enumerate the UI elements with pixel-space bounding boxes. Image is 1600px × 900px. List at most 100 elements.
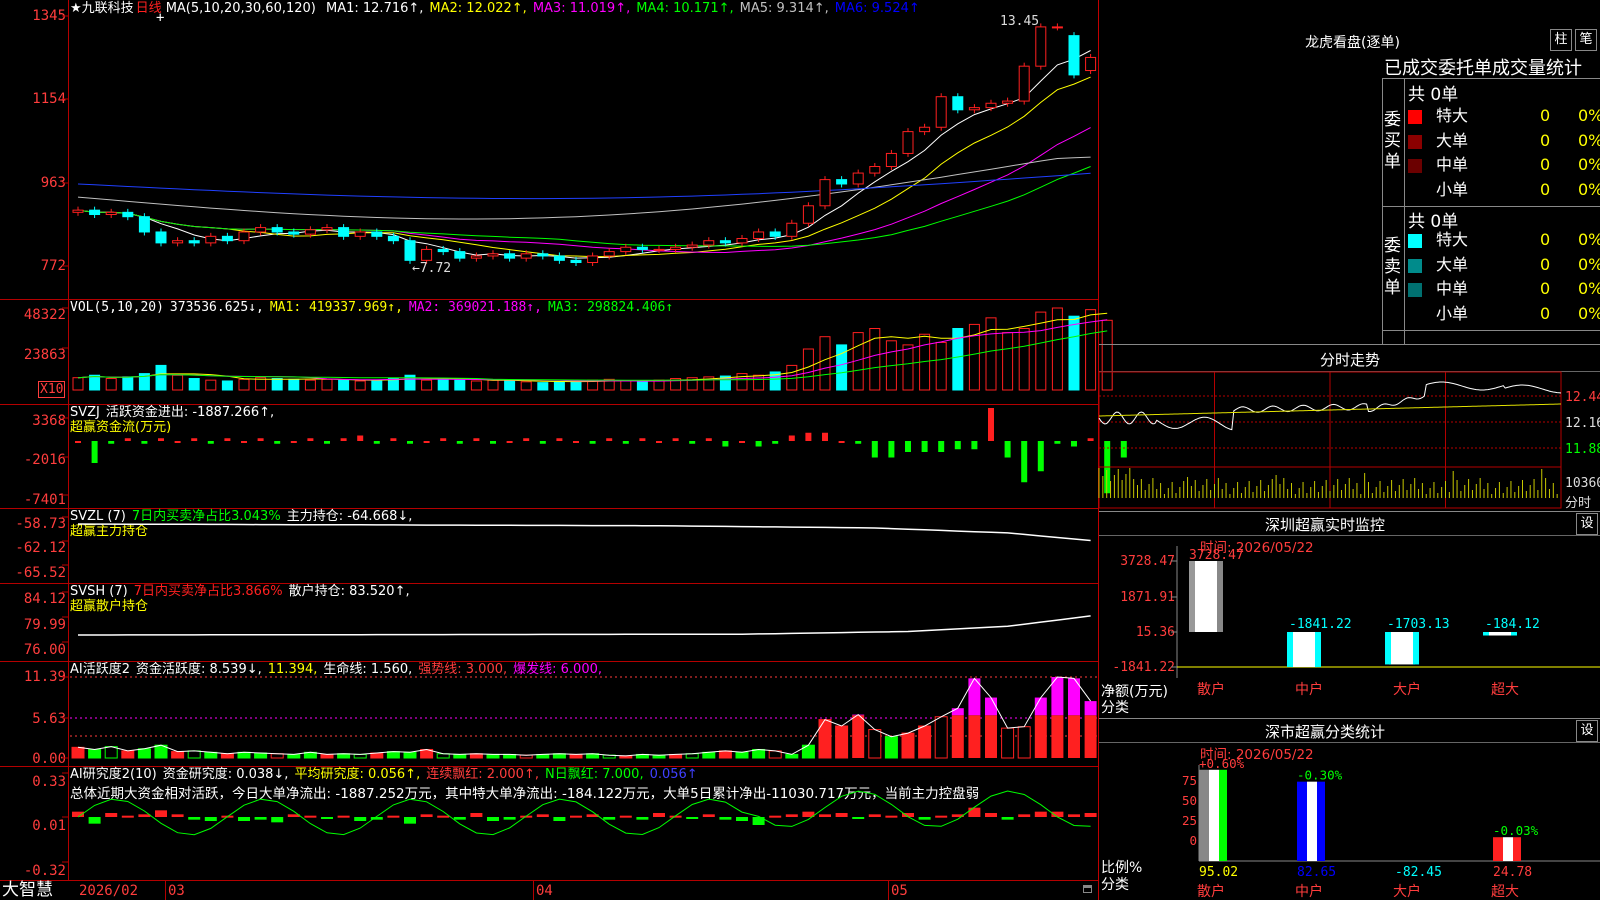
activity-bar [901, 732, 915, 759]
vol-bar [271, 378, 283, 391]
classify-y-label: 75 [1182, 773, 1197, 788]
ai-activity-chart[interactable] [0, 662, 1098, 766]
fund-flow-bar [822, 432, 828, 441]
candle [670, 246, 682, 250]
monitor-chart[interactable]: 3728.47 1871.91 15.36 -1841.22 3728.47 散户 -184… [1099, 536, 1600, 716]
research-bar [1084, 813, 1097, 817]
lhb-divider [1382, 78, 1600, 79]
candle [952, 96, 964, 111]
monitor-value-label: 3728.47 [1189, 548, 1244, 563]
monitor-settings-button[interactable]: 设 [1576, 513, 1598, 535]
activity-bar [934, 716, 948, 759]
candle [1002, 100, 1014, 104]
fund-flow-bar [523, 438, 530, 441]
monitor-top-border [1099, 511, 1600, 512]
research-bar [420, 814, 433, 817]
classify-y-label: 0 [1189, 833, 1197, 848]
fund-flow-bar [606, 438, 613, 441]
fund-flow-chart[interactable] [0, 405, 1127, 508]
research-bar [1001, 817, 1014, 820]
intraday-vol-label: 10360 [1565, 476, 1600, 491]
candle [1035, 26, 1047, 67]
candle [1018, 65, 1030, 102]
candle [786, 222, 798, 237]
fund-flow-bar [988, 408, 994, 441]
research-bar [337, 815, 350, 818]
monitor-bar [1291, 632, 1317, 668]
classify-chart[interactable]: 75 50 25 0 +0.60% 95.02 散户 -0.30% 82.65 中户 -82.45 大… [1099, 743, 1600, 900]
fund-flow-bar [1021, 441, 1028, 483]
candle [105, 211, 117, 216]
research-bar [105, 813, 118, 817]
vol-bar [72, 377, 84, 391]
vol-bar [1018, 328, 1030, 391]
classify-y-label: 25 [1182, 813, 1197, 828]
volume-chart[interactable] [0, 300, 1113, 405]
sell-pct: 0% [1578, 303, 1600, 323]
lock-icon[interactable] [1083, 885, 1092, 893]
candle [1051, 26, 1063, 29]
classify-bar [1219, 769, 1227, 861]
vol-bar [802, 348, 814, 391]
classify-category-label: 超大 [1491, 884, 1519, 900]
ai-research-chart[interactable] [0, 767, 1098, 880]
sell-count: 0 [1540, 279, 1551, 298]
fund-flow-bar [91, 441, 98, 463]
bar-view-button[interactable]: 柱 [1550, 29, 1572, 51]
sell-count: 0 [1540, 230, 1551, 249]
fund-flow-bar [739, 441, 745, 443]
vol-bar [570, 380, 582, 391]
main-force-chart[interactable] [0, 509, 1098, 583]
brand-logo[interactable]: 大智慧 [2, 881, 53, 900]
activity-bar [1034, 715, 1047, 758]
activity-bar [453, 753, 467, 759]
buy-row: 特大 0 0% [1408, 105, 1600, 127]
fund-flow-bar [1037, 441, 1044, 472]
monitor-title: 深圳超赢实时监控 [1264, 516, 1385, 534]
kline-chart[interactable] [0, 0, 1098, 300]
vol-bar [304, 379, 316, 391]
fund-flow-bar [158, 438, 164, 441]
date-tick [165, 880, 166, 900]
candle [404, 240, 416, 261]
candle [819, 179, 831, 207]
intraday-unit: 分时 [1565, 496, 1592, 511]
intraday-chart[interactable] [1098, 371, 1600, 510]
research-bar [918, 817, 931, 820]
activity-bar [486, 753, 500, 759]
classify-category-label: 散户 [1197, 883, 1225, 900]
classify-top-border [1099, 718, 1600, 719]
candle [902, 131, 914, 154]
candle [255, 227, 267, 233]
candle [122, 211, 134, 218]
candle [354, 231, 366, 237]
fund-flow-bar [75, 441, 81, 443]
buy-row: 中单 0 0% [1408, 154, 1600, 176]
fund-flow-bar [423, 441, 430, 443]
retail-chart[interactable] [0, 584, 1098, 661]
fund-flow-bar [473, 438, 480, 441]
monitor-bar-edge [1315, 632, 1321, 668]
classify-value-label: -82.45 [1395, 865, 1442, 880]
fund-flow-bar [274, 441, 281, 444]
candle [703, 240, 715, 246]
candle [653, 248, 665, 251]
vol-bar [620, 380, 632, 391]
monitor-value-label: -1703.13 [1387, 617, 1450, 632]
monitor-bar-edge [1413, 632, 1419, 665]
lhb-tabs[interactable]: 已成交委托单成交量统计 [1384, 54, 1600, 80]
monitor-bar-edge [1287, 632, 1293, 668]
classify-bar [1503, 837, 1513, 861]
sell-side-label: 委卖单 [1384, 236, 1401, 298]
research-bar [935, 815, 948, 818]
fund-flow-bar [440, 438, 447, 441]
fund-flow-bar [622, 441, 629, 444]
activity-bar [320, 753, 334, 759]
stroke-view-button[interactable]: 笔 [1575, 29, 1597, 51]
classify-settings-button[interactable]: 设 [1576, 720, 1598, 742]
candle [172, 240, 184, 244]
monitor-category-label: 中户 [1295, 681, 1323, 698]
activity-bar [1084, 715, 1097, 758]
monitor-value-label: -184.12 [1485, 617, 1540, 632]
monitor-bar [1487, 632, 1513, 636]
